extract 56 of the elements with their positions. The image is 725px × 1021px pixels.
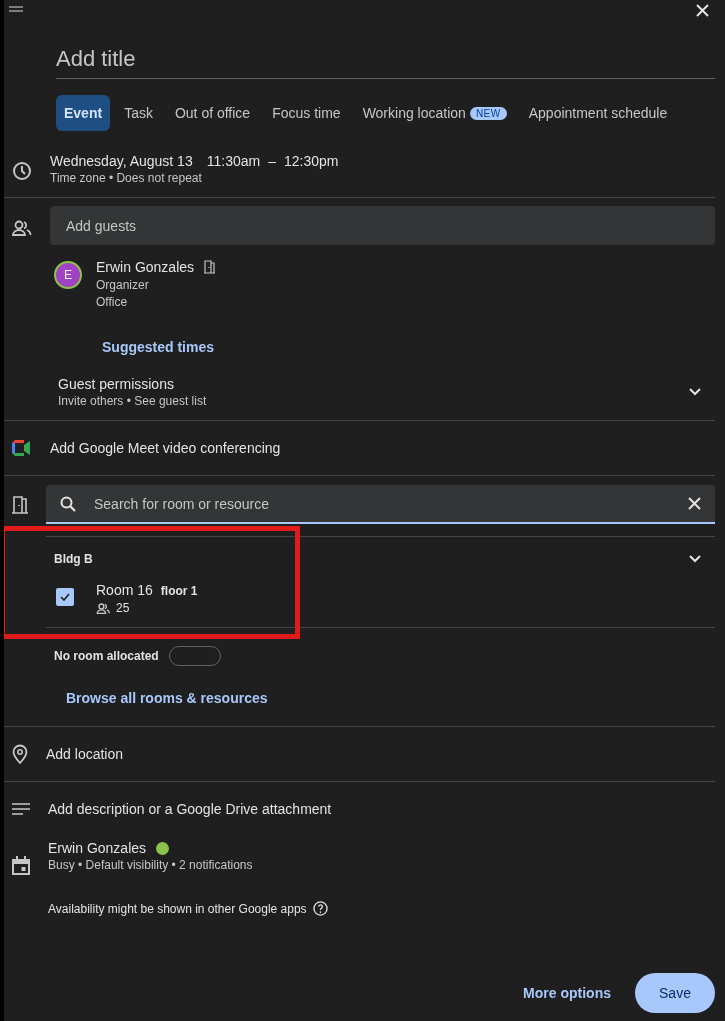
chevron-down-icon[interactable] <box>689 388 701 396</box>
video-camera-icon <box>12 440 32 456</box>
add-location-field[interactable]: Add location <box>46 746 124 762</box>
checkmark-icon <box>60 593 70 601</box>
text-lines-icon <box>12 803 30 815</box>
guest-permissions-row[interactable]: Guest permissions Invite others • See guest list <box>58 376 701 408</box>
search-icon <box>60 495 76 512</box>
save-button[interactable]: Save <box>635 973 715 1013</box>
suggested-times-link[interactable]: Suggested times <box>102 339 715 355</box>
guest-permissions-details: Invite others • See guest list <box>58 394 207 408</box>
door-icon <box>204 260 216 274</box>
room-name: Room 16 <box>96 582 153 598</box>
search-input[interactable]: Search for room or resource <box>92 494 672 513</box>
add-guests-field[interactable]: Add guests <box>50 206 715 245</box>
event-type-tab[interactable]: Appointment schedule <box>520 95 676 131</box>
availability-note: Availability might be shown in other Google apps <box>48 901 307 916</box>
time-details[interactable]: Time zone • Does not repeat <box>50 171 339 185</box>
event-type-tab[interactable]: Task <box>116 95 161 131</box>
guest-location: Office <box>96 295 129 309</box>
end-time[interactable]: 12:30pm <box>283 153 339 169</box>
time-separator: – <box>268 153 276 169</box>
door-icon <box>12 496 28 514</box>
avatar: E <box>54 261 82 289</box>
building-name: Bldg B <box>54 552 93 566</box>
clear-icon[interactable] <box>688 497 701 510</box>
start-time[interactable]: 11:30am <box>206 153 261 169</box>
room-floor: floor 1 <box>160 584 198 598</box>
event-date[interactable]: Wednesday, August 13 <box>50 153 193 169</box>
add-conferencing-link[interactable]: Add Google Meet video conferencing <box>50 440 281 456</box>
calendar-details[interactable]: Busy • Default visibility • 2 notifications <box>48 858 328 872</box>
people-icon <box>96 602 111 614</box>
guest-permissions-title: Guest permissions <box>58 376 175 392</box>
guest-name: Erwin Gonzales <box>96 259 195 275</box>
location-pin-icon <box>12 744 28 764</box>
new-badge: NEW <box>469 106 507 120</box>
no-room-notice: No room allocated <box>54 649 159 663</box>
calendar-icon <box>12 856 30 875</box>
people-icon <box>12 220 32 236</box>
browse-rooms-link[interactable]: Browse all rooms & resources <box>66 690 715 706</box>
event-type-tab[interactable]: Focus time <box>264 95 349 131</box>
event-type-tab[interactable]: Out of office <box>166 95 259 131</box>
add-description-field[interactable]: Add description or a Google Drive attachment <box>48 801 332 817</box>
room-search-field[interactable]: Search for room or resource <box>46 485 715 524</box>
event-type-tab[interactable]: Working location NEW <box>354 95 515 131</box>
event-type-tab[interactable]: Event <box>56 95 111 131</box>
title-field[interactable]: Add title <box>56 26 715 79</box>
help-icon[interactable] <box>312 901 328 916</box>
more-options-button[interactable]: More options <box>517 984 617 1002</box>
drag-handle-icon[interactable] <box>9 6 23 12</box>
room-capacity: 25 <box>116 601 130 615</box>
close-icon[interactable] <box>696 4 709 17</box>
clock-icon <box>12 161 32 181</box>
guest-role: Organizer <box>96 278 150 292</box>
calendar-owner[interactable]: Erwin Gonzales <box>48 840 147 856</box>
chevron-icon[interactable] <box>689 555 701 563</box>
room-checkbox[interactable] <box>56 588 74 606</box>
